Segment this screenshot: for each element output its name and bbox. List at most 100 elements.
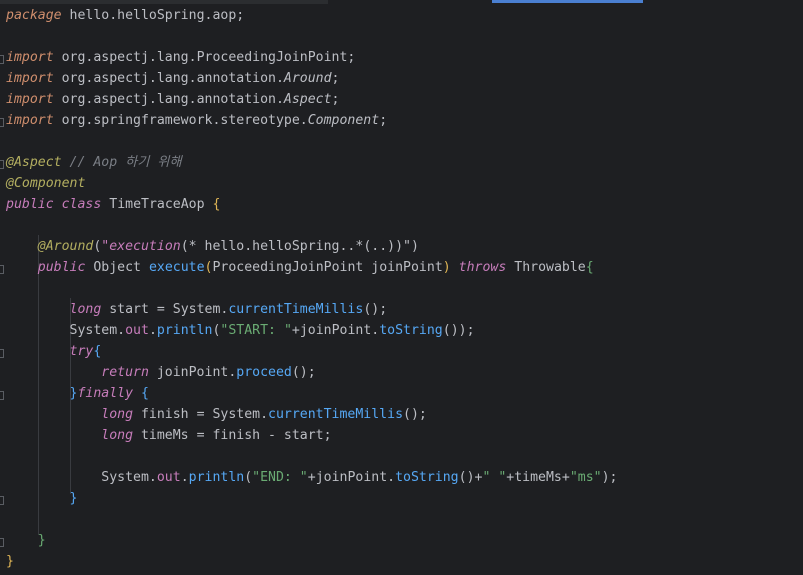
paren: ) [410, 239, 419, 254]
statement: +timeMs+ [506, 470, 570, 485]
method-call: currentTimeMillis [228, 302, 364, 317]
fold-marker-icon[interactable] [0, 265, 5, 275]
paren: ) [442, 260, 451, 275]
field-out: out [156, 470, 181, 485]
code-line-class-decl: public class TimeTraceAop { [6, 194, 220, 215]
code-line-finally: }finally { [6, 383, 149, 404]
class-name: TimeTraceAop [109, 197, 205, 212]
brace: { [212, 197, 221, 212]
field-out: out [125, 323, 149, 338]
statement-end: (); [363, 302, 388, 317]
comment: // Aop 하기 위해 [69, 155, 182, 170]
pointcut-keyword: "execution [101, 239, 181, 254]
code-line-print-start: System.out.println("START: "+joinPoint.t… [69, 323, 475, 338]
annotation-around: @Around [37, 239, 94, 254]
semicolon: ; [379, 113, 388, 128]
import-class: Component [307, 113, 380, 128]
statement: joinPoint. [148, 365, 237, 380]
fold-marker-icon[interactable] [0, 349, 5, 359]
method-call: println [188, 470, 245, 485]
keyword-throws: throws [458, 260, 507, 275]
statement: +joinPoint. [307, 470, 396, 485]
keyword-class: class [61, 197, 102, 212]
keyword-return: return [101, 365, 149, 380]
keyword-public: public [6, 197, 54, 212]
method-call: println [156, 323, 213, 338]
fold-marker-icon[interactable] [0, 118, 5, 128]
keyword-long: long [101, 428, 134, 443]
code-editor[interactable]: package hello.helloSpring.aop; import or… [0, 4, 803, 575]
code-line-return: return joinPoint.proceed(); [6, 362, 316, 383]
keyword-finally: finally [77, 386, 134, 401]
string-literal: "START: " [220, 323, 292, 338]
statement: ()+ [458, 470, 483, 485]
brace: } [6, 554, 14, 569]
keyword-public: public [37, 260, 86, 275]
semicolon: ; [331, 92, 340, 107]
annotation-aspect: @Aspect [6, 155, 62, 170]
dot: . [180, 470, 189, 485]
fold-marker-icon[interactable] [0, 160, 5, 170]
code-line-around: @Around("execution(* hello.helloSpring..… [6, 236, 419, 257]
code-line-method-decl: public Object execute(ProceedingJoinPoin… [6, 257, 594, 278]
code-line-start: long start = System.currentTimeMillis(); [6, 299, 388, 320]
string-literal: "ms" [569, 470, 602, 485]
method-call: toString [395, 470, 459, 485]
keyword-import: import [6, 92, 54, 107]
exception-type: Throwable [514, 260, 586, 275]
statement: start = System. [101, 302, 229, 317]
fold-marker-icon[interactable] [0, 496, 5, 506]
string-literal: " " [482, 470, 507, 485]
method-call: toString [379, 323, 443, 338]
code-line-aspect: @Aspect // Aop 하기 위해 [6, 152, 182, 173]
brace: { [93, 344, 102, 359]
return-type: Object [93, 260, 141, 275]
code-line-import: import org.springframework.stereotype.Co… [6, 110, 387, 131]
statement-end: (); [403, 407, 427, 422]
import-path: org.aspectj.lang.annotation. [61, 92, 284, 107]
pointcut-expression: (* hello.helloSpring..*(..))" [180, 239, 411, 254]
fold-marker-icon[interactable] [0, 55, 5, 65]
code-line-timems: long timeMs = finish - start; [6, 425, 332, 446]
code-line-component: @Component [6, 173, 85, 194]
statement: timeMs = finish - start; [133, 428, 332, 443]
method-call: proceed [236, 365, 292, 380]
annotation-component: @Component [6, 176, 86, 191]
method-call: currentTimeMillis [268, 407, 404, 422]
brace: { [141, 386, 149, 401]
string-literal: "END: " [252, 470, 308, 485]
code-line-try: try{ [6, 341, 102, 362]
dot: . [148, 323, 157, 338]
import-class: Around [283, 71, 332, 86]
code-line-finish: long finish = System.currentTimeMillis()… [6, 404, 427, 425]
statement: +joinPoint. [291, 323, 380, 338]
code-line-package: package hello.helloSpring.aop; [6, 5, 244, 26]
keyword-import: import [6, 71, 54, 86]
import-path: org.aspectj.lang.ProceedingJoinPoint; [61, 50, 356, 65]
code-line-import: import org.aspectj.lang.annotation.Aroun… [6, 68, 340, 89]
keyword-package: package [6, 8, 62, 23]
param-type: ProceedingJoinPoint [212, 260, 364, 275]
brace: } [37, 533, 46, 548]
statement-end: ()); [442, 323, 475, 338]
system-ref: System. [69, 323, 126, 338]
brace: { [585, 260, 594, 275]
system-ref: System. [101, 470, 157, 485]
code-line-class-end: } [6, 551, 14, 572]
import-path: org.springframework.stereotype. [61, 113, 308, 128]
code-line-print-end: System.out.println("END: "+joinPoint.toS… [101, 470, 618, 485]
keyword-long: long [69, 302, 102, 317]
fold-marker-icon[interactable] [0, 391, 5, 401]
keyword-import: import [6, 50, 54, 65]
tab-active-indicator[interactable] [492, 0, 643, 3]
statement: finish = System. [133, 407, 269, 422]
code-line-import: import org.aspectj.lang.annotation.Aspec… [6, 89, 340, 110]
code-line-finally-end: } [6, 488, 78, 509]
keyword-import: import [6, 113, 54, 128]
package-name: hello.helloSpring.aop; [69, 8, 245, 23]
statement-end: (); [291, 365, 316, 380]
import-class: Aspect [283, 92, 332, 107]
keyword-long: long [101, 407, 134, 422]
brace: } [69, 491, 78, 506]
fold-marker-icon[interactable] [0, 538, 5, 548]
